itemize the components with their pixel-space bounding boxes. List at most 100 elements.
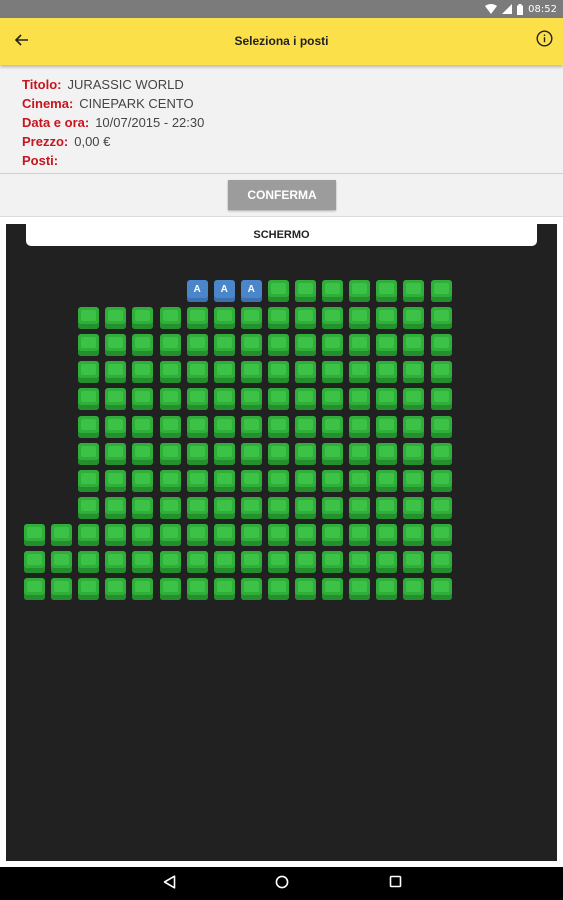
seat-available[interactable] (159, 388, 181, 411)
seat-available[interactable] (78, 361, 100, 384)
confirm-button[interactable]: CONFERMA (228, 180, 336, 210)
seat-available[interactable] (403, 307, 425, 330)
seat-available[interactable] (267, 469, 289, 492)
seat-available[interactable] (213, 334, 235, 357)
seat-available[interactable] (213, 523, 235, 546)
seat-available[interactable] (349, 469, 371, 492)
seat-available[interactable] (105, 469, 127, 492)
seat-available[interactable] (213, 388, 235, 411)
seat-available[interactable] (349, 551, 371, 573)
seat-available[interactable] (105, 578, 127, 601)
seat-available[interactable] (430, 551, 452, 573)
seat-available[interactable] (132, 388, 154, 411)
seat-available[interactable] (132, 578, 154, 601)
seat-available[interactable] (430, 307, 452, 330)
seat-available[interactable] (295, 551, 316, 573)
seat-available[interactable] (322, 361, 344, 384)
seat-available[interactable] (295, 442, 316, 465)
seat-available[interactable] (403, 578, 425, 601)
seat-available[interactable] (105, 442, 127, 465)
seat-available[interactable] (267, 415, 289, 438)
seat-available[interactable] (376, 334, 398, 357)
seat-available[interactable] (132, 551, 154, 573)
seat-available[interactable] (24, 578, 45, 601)
seat-available[interactable] (78, 523, 100, 546)
seat-available[interactable] (78, 551, 100, 573)
seat-available[interactable] (51, 523, 73, 546)
seat-available[interactable] (213, 361, 235, 384)
seat-available[interactable] (322, 442, 344, 465)
seat-available[interactable] (132, 361, 154, 384)
seat-available[interactable] (376, 578, 398, 601)
seat-available[interactable] (159, 415, 181, 438)
seat-available[interactable] (159, 578, 181, 601)
nav-home-button[interactable] (271, 873, 293, 895)
seat-available[interactable] (403, 496, 425, 519)
seat-available[interactable] (295, 334, 316, 357)
seat-available[interactable] (213, 442, 235, 465)
seat-available[interactable] (240, 361, 262, 384)
seat-available[interactable] (295, 578, 316, 601)
seat-available[interactable] (213, 415, 235, 438)
seat-occupied[interactable]: A (240, 280, 262, 302)
seat-available[interactable] (159, 334, 181, 357)
seat-available[interactable] (159, 469, 181, 492)
seat-available[interactable] (376, 307, 398, 330)
seat-available[interactable] (430, 442, 452, 465)
seat-available[interactable] (213, 307, 235, 330)
seat-available[interactable] (132, 442, 154, 465)
seat-available[interactable] (105, 388, 127, 411)
seat-available[interactable] (267, 496, 289, 519)
seat-available[interactable] (430, 280, 452, 302)
seat-available[interactable] (186, 442, 208, 465)
seat-available[interactable] (186, 523, 208, 546)
seat-available[interactable] (132, 334, 154, 357)
seat-available[interactable] (186, 578, 208, 601)
seat-available[interactable] (267, 523, 289, 546)
seat-available[interactable] (240, 334, 262, 357)
seat-available[interactable] (240, 415, 262, 438)
seat-available[interactable] (159, 496, 181, 519)
seat-available[interactable] (322, 496, 344, 519)
seat-available[interactable] (295, 469, 316, 492)
seat-available[interactable] (78, 469, 100, 492)
seat-available[interactable] (213, 469, 235, 492)
seat-available[interactable] (322, 388, 344, 411)
seat-available[interactable] (403, 388, 425, 411)
seat-available[interactable] (159, 307, 181, 330)
seat-available[interactable] (349, 280, 371, 302)
seat-available[interactable] (186, 415, 208, 438)
seat-available[interactable] (240, 307, 262, 330)
seat-available[interactable] (322, 551, 344, 573)
seat-available[interactable] (267, 280, 289, 302)
seat-available[interactable] (267, 551, 289, 573)
seat-available[interactable] (295, 388, 316, 411)
seat-available[interactable] (186, 469, 208, 492)
seat-available[interactable] (403, 334, 425, 357)
seat-available[interactable] (186, 307, 208, 330)
seat-available[interactable] (349, 415, 371, 438)
seat-available[interactable] (295, 523, 316, 546)
seat-available[interactable] (376, 496, 398, 519)
seat-available[interactable] (376, 361, 398, 384)
seat-available[interactable] (159, 551, 181, 573)
seat-available[interactable] (295, 307, 316, 330)
seat-available[interactable] (403, 442, 425, 465)
info-button[interactable] (533, 30, 555, 52)
seat-available[interactable] (105, 415, 127, 438)
seat-available[interactable] (132, 307, 154, 330)
seat-available[interactable] (376, 551, 398, 573)
seat-available[interactable] (295, 415, 316, 438)
seat-available[interactable] (349, 334, 371, 357)
seat-available[interactable] (132, 415, 154, 438)
seat-available[interactable] (430, 415, 452, 438)
seat-available[interactable] (213, 551, 235, 573)
seat-available[interactable] (105, 551, 127, 573)
seat-available[interactable] (78, 442, 100, 465)
seat-available[interactable] (240, 496, 262, 519)
seat-available[interactable] (403, 280, 425, 302)
seat-available[interactable] (186, 334, 208, 357)
seat-available[interactable] (159, 361, 181, 384)
seat-available[interactable] (322, 578, 344, 601)
seat-available[interactable] (186, 551, 208, 573)
